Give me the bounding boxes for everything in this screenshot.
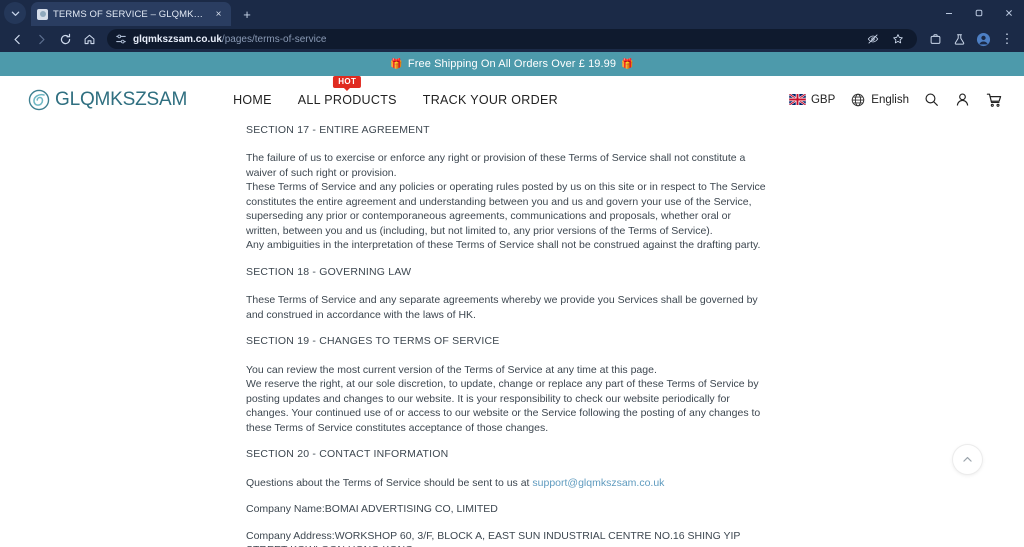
arrow-right-icon [38,34,45,44]
header-actions: GBP English [788,91,1002,108]
nav-item-label: ALL PRODUCTS [297,92,397,107]
reload-button[interactable] [54,28,76,50]
eye-slash-icon [867,34,879,44]
address-bar[interactable]: glqmkszsam.co.uk/pages/terms-of-service [107,29,917,49]
nav-item-label: TRACK YOUR ORDER [422,92,558,107]
logo-text: GLQMKSZSAM [55,88,188,110]
profile-button[interactable] [972,28,994,50]
extensions-button[interactable] [924,28,946,50]
section-19-paragraph-1: You can review the most current version … [246,363,657,376]
section-17-paragraph-3: Any ambiguities in the interpretation of… [246,239,761,252]
maximize-icon [975,9,983,17]
back-button[interactable] [6,28,28,50]
close-icon [1006,10,1012,16]
url-path: /pages/terms-of-service [221,33,327,45]
cart-icon[interactable] [985,91,1002,108]
company-name: Company Name:BOMAI ADVERTISING CO, LIMIT… [246,503,498,516]
globe-icon [849,91,866,108]
scroll-to-top-button[interactable] [953,445,982,474]
bookmark-button[interactable] [887,31,909,48]
terms-article: SECTION 17 - ENTIRE AGREEMENT The failur… [246,123,766,547]
home-button[interactable] [78,28,100,50]
page-favicon [37,8,48,20]
support-email-link[interactable]: support@glqmkszsam.co.uk [532,477,664,489]
window-minimize-button[interactable] [934,0,964,26]
url-host: glqmkszsam.co.uk [133,33,222,45]
chevron-up-icon [963,456,972,462]
section-18-paragraph-1: These Terms of Service and any separate … [246,294,758,321]
browser-window: TERMS OF SERVICE – GLQMKS... × + glqmksz… [0,0,1024,547]
window-close-button[interactable] [994,0,1024,26]
gift-right-icon: 🎁 [621,58,634,70]
window-maximize-button[interactable] [964,0,994,26]
language-selector[interactable]: English [849,91,909,108]
tab-title: TERMS OF SERVICE – GLQMKS... [53,8,207,20]
section-17-paragraph-2: These Terms of Service and any policies … [246,181,766,237]
section-17-heading: SECTION 17 - ENTIRE AGREEMENT [246,124,430,136]
company-address: Company Address:WORKSHOP 60, 3/F, BLOCK … [246,529,741,547]
promo-text: Free Shipping On All Orders Over £ 19.99 [407,58,617,70]
forward-button[interactable] [30,28,52,50]
section-19-heading: SECTION 19 - CHANGES TO TERMS OF SERVICE [246,335,500,348]
nav-item-track-your-order[interactable]: TRACK YOUR ORDER [423,89,558,111]
nav-item-home[interactable]: HOME [233,89,272,111]
uk-flag-icon [788,94,806,105]
new-tab-button[interactable]: + [237,4,257,24]
section-18-heading: SECTION 18 - GOVERNING LAW [246,265,412,278]
tab-strip: TERMS OF SERVICE – GLQMKS... × + [0,0,1024,26]
window-controls [934,0,1024,26]
site-settings-icon[interactable] [115,33,127,45]
url-text: glqmkszsam.co.uk/pages/terms-of-service [133,34,326,45]
profile-avatar-icon [976,32,990,46]
hot-badge: HOT [333,75,362,88]
page-content: SECTION 17 - ENTIRE AGREEMENT The failur… [0,123,1024,547]
nav-item-all-products[interactable]: HOT ALL PRODUCTS [297,75,397,111]
search-icon[interactable] [923,91,940,108]
reload-icon [60,33,70,44]
main-navigation: HOME HOT ALL PRODUCTS TRACK YOUR ORDER [233,75,558,111]
contact-text: Questions about the Terms of Service sho… [246,476,533,489]
tab-search-button[interactable] [4,2,26,24]
web-page: 🎁 Free Shipping On All Orders Over £ 19.… [0,52,1024,547]
section-17-paragraph-1: The failure of us to exercise or enforce… [246,152,746,179]
browser-menu-button[interactable]: ⋮ [996,28,1018,50]
home-icon [84,34,94,44]
contact-line: Questions about the Terms of Service sho… [246,476,766,490]
browser-toolbar: glqmkszsam.co.uk/pages/terms-of-service [0,26,1024,52]
site-logo[interactable]: GLQMKSZSAM [28,89,187,111]
gift-left-icon: 🎁 [390,58,403,70]
minimize-icon [946,13,952,14]
extensions-icon [930,33,940,44]
labs-button[interactable] [948,28,970,50]
site-header: GLQMKSZSAM HOME HOT ALL PRODUCTS TRACK Y… [0,75,1024,123]
nav-item-label: HOME [233,92,272,107]
promo-banner: 🎁 Free Shipping On All Orders Over £ 19.… [0,52,1024,76]
currency-label: GBP [810,93,836,106]
star-icon [893,34,903,44]
tab-close-button[interactable]: × [212,8,225,21]
language-label: English [871,93,909,106]
currency-selector[interactable]: GBP [788,93,836,106]
leaf-swirl-logo-icon [28,89,50,111]
arrow-left-icon [13,34,20,44]
tune-icon [116,34,126,44]
section-20-heading: SECTION 20 - CONTACT INFORMATION [246,448,449,461]
account-icon[interactable] [954,91,971,108]
chevron-down-icon [11,11,19,16]
incognito-tracking-button[interactable] [862,31,884,48]
labs-flask-icon [954,33,964,45]
section-19-paragraph-2: We reserve the right, at our sole discre… [246,378,761,434]
browser-tab[interactable]: TERMS OF SERVICE – GLQMKS... × [31,2,231,26]
